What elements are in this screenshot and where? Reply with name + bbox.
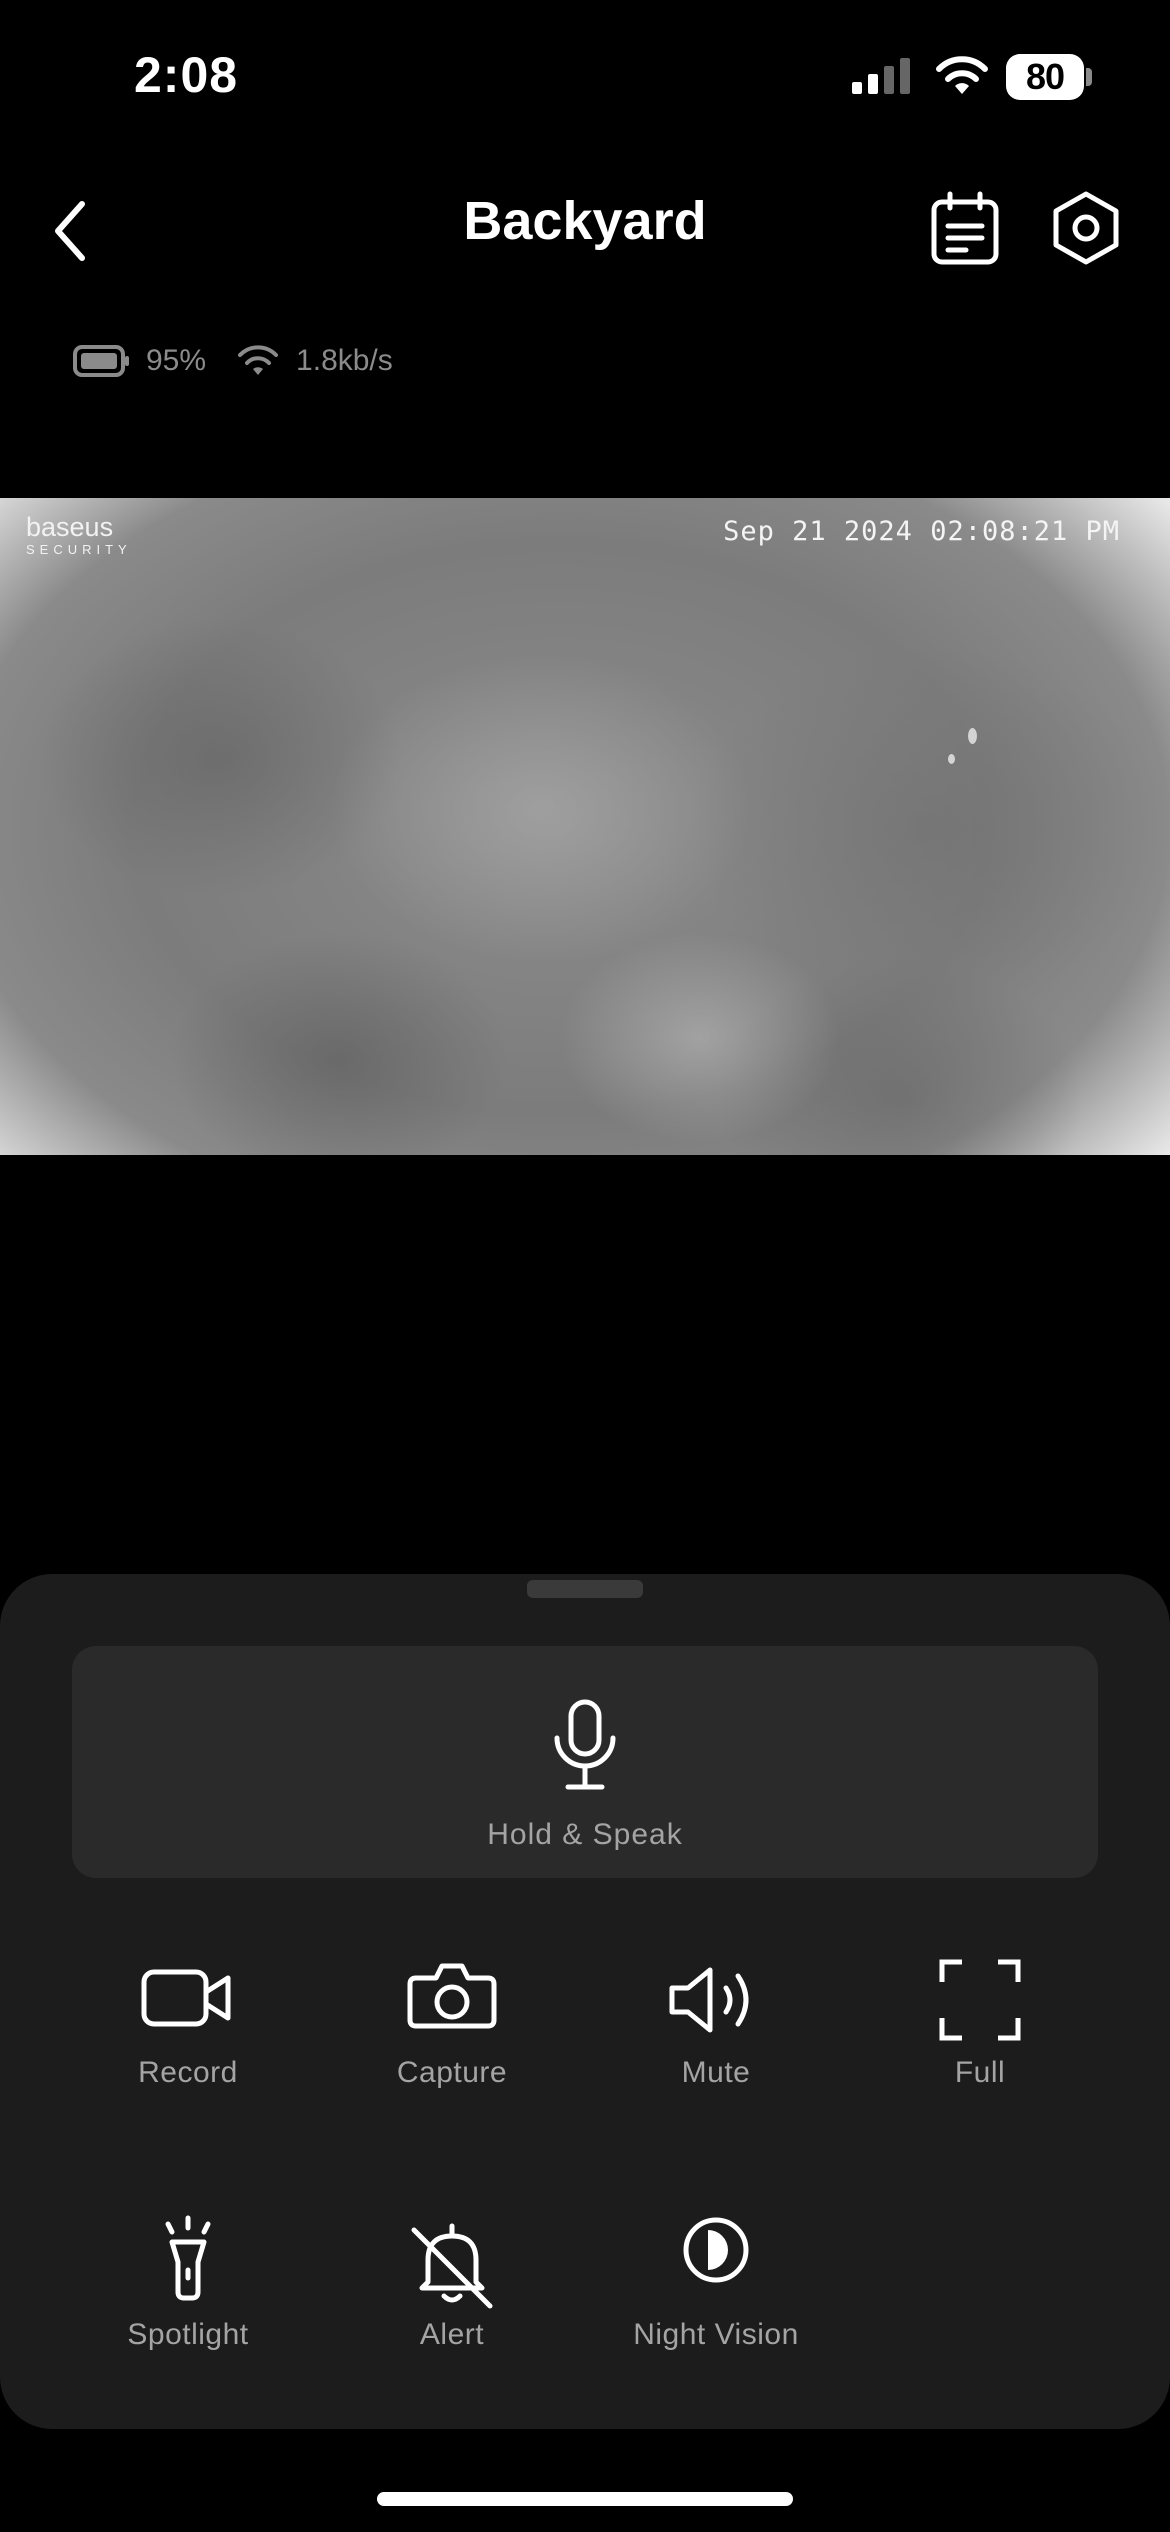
night-vision-icon: [683, 2217, 749, 2283]
controls-panel: Hold & Speak Record Capture Mute Full Sp…: [0, 1574, 1170, 2429]
alert-label: Alert: [419, 2318, 485, 2351]
camera-icon: [407, 1963, 497, 2029]
feed-timestamp: Sep 21 2024 02:08:21 PM: [723, 516, 1120, 547]
cellular-signal-icon: [852, 58, 910, 94]
logo-name: baseus: [26, 512, 114, 542]
video-camera-icon: [141, 1969, 231, 2027]
hold-to-speak-button[interactable]: Hold & Speak: [72, 1646, 1098, 1878]
mute-button[interactable]: Mute: [606, 1950, 826, 2140]
night-vision-button[interactable]: Night Vision: [606, 2212, 826, 2402]
home-indicator[interactable]: [377, 2492, 793, 2506]
flashlight-icon: [165, 2215, 211, 2301]
record-label: Record: [138, 2056, 238, 2089]
calendar-icon: [931, 191, 999, 265]
baseus-logo: baseus SECURITY: [26, 512, 132, 558]
battery-icon: [73, 345, 129, 377]
light-spot: [968, 728, 977, 744]
battery-level: 80: [1006, 54, 1084, 100]
nav-header: Backyard: [0, 170, 1170, 280]
night-vision-label: Night Vision: [633, 2318, 799, 2351]
record-button[interactable]: Record: [78, 1950, 298, 2140]
capture-label: Capture: [396, 2056, 508, 2089]
logo-sub: SECURITY: [26, 542, 132, 557]
battery-indicator: 80: [1006, 54, 1092, 100]
microphone-icon: [554, 1699, 616, 1790]
settings-button[interactable]: [1040, 182, 1132, 274]
alert-button[interactable]: Alert: [342, 2212, 562, 2402]
wifi-icon: [936, 56, 988, 94]
light-spot: [948, 754, 955, 764]
capture-button[interactable]: Capture: [342, 1950, 562, 2140]
fullscreen-button[interactable]: Full: [870, 1950, 1090, 2140]
bitrate-value: 1.8kb/s: [296, 344, 393, 377]
full-label: Full: [954, 2056, 1006, 2089]
status-bar: 2:08 80: [0, 0, 1170, 150]
calendar-button[interactable]: [920, 184, 1010, 274]
device-battery-value: 95%: [146, 344, 207, 377]
status-time: 2:08: [134, 47, 239, 103]
battery-cap: [1086, 68, 1092, 86]
hexagon-gear-icon: [1053, 191, 1119, 265]
spotlight-button[interactable]: Spotlight: [78, 2212, 298, 2402]
fullscreen-icon: [939, 1959, 1021, 2041]
mute-label: Mute: [681, 2056, 751, 2089]
drag-handle[interactable]: [527, 1580, 643, 1598]
camera-feed[interactable]: baseus SECURITY Sep 21 2024 02:08:21 PM: [0, 498, 1170, 1155]
speaker-icon: [669, 1967, 749, 2033]
device-info: 95% 1.8kb/s: [72, 336, 393, 386]
hold-to-speak-label: Hold & Speak: [487, 1818, 683, 1851]
spotlight-label: Spotlight: [127, 2318, 249, 2351]
bell-off-icon: [411, 2223, 493, 2309]
wifi-signal-icon: [238, 345, 279, 375]
